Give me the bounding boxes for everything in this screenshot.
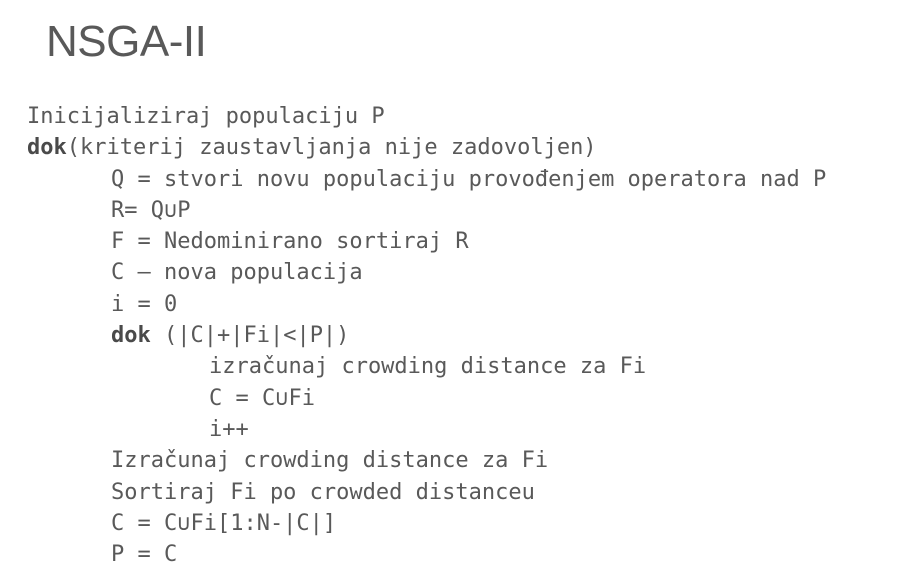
pseudocode-line: i = 0: [27, 289, 826, 320]
pseudocode-line: dok(kriterij zaustavljanja nije zadovolj…: [27, 132, 826, 163]
line-text: i++: [209, 416, 249, 442]
slide-title: NSGA-II: [46, 17, 207, 66]
line-text: (|C|+|Fi|<|P|): [150, 323, 350, 349]
line-text: C = C∪Fi: [209, 385, 315, 411]
line-text: Inicijaliziraj populaciju P: [27, 104, 385, 129]
line-text: P = C: [111, 542, 178, 568]
pseudocode-line: Sortiraj Fi po crowded distanceu: [27, 477, 826, 508]
line-text: (kriterij zaustavljanja nije zadovoljen): [66, 135, 597, 161]
line-text: Sortiraj Fi po crowded distanceu: [111, 479, 535, 505]
pseudocode-line: R= Q∪P: [27, 195, 826, 226]
line-text: i = 0: [111, 291, 178, 317]
line-text: Izračunaj crowding distance za Fi: [111, 448, 549, 474]
pseudocode-block: Inicijaliziraj populaciju Pdok(kriterij …: [27, 101, 826, 570]
pseudocode-line: C = C∪Fi[1:N-|C|]: [27, 508, 826, 539]
pseudocode-line: C – nova populacija: [27, 257, 826, 288]
pseudocode-line: i++: [27, 414, 826, 445]
pseudocode-line: dok (|C|+|Fi|<|P|): [27, 320, 826, 351]
line-text: Q = stvori novu populaciju provođenjem o…: [111, 166, 827, 192]
pseudocode-line: Q = stvori novu populaciju provođenjem o…: [27, 164, 826, 195]
keyword: dok: [111, 323, 151, 349]
line-text: izračunaj crowding distance za Fi: [209, 354, 647, 380]
pseudocode-line: izračunaj crowding distance za Fi: [27, 351, 826, 382]
line-text: R= Q∪P: [111, 197, 191, 223]
pseudocode-line: Inicijaliziraj populaciju P: [27, 101, 826, 132]
pseudocode-line: C = C∪Fi: [27, 383, 826, 414]
pseudocode-line: F = Nedominirano sortiraj R: [27, 226, 826, 257]
pseudocode-line: Izračunaj crowding distance za Fi: [27, 445, 826, 476]
line-text: C = C∪Fi[1:N-|C|]: [111, 510, 337, 536]
line-text: C – nova populacija: [111, 260, 363, 286]
line-text: F = Nedominirano sortiraj R: [111, 229, 469, 255]
pseudocode-line: P = C: [27, 539, 826, 570]
keyword: dok: [27, 135, 67, 161]
